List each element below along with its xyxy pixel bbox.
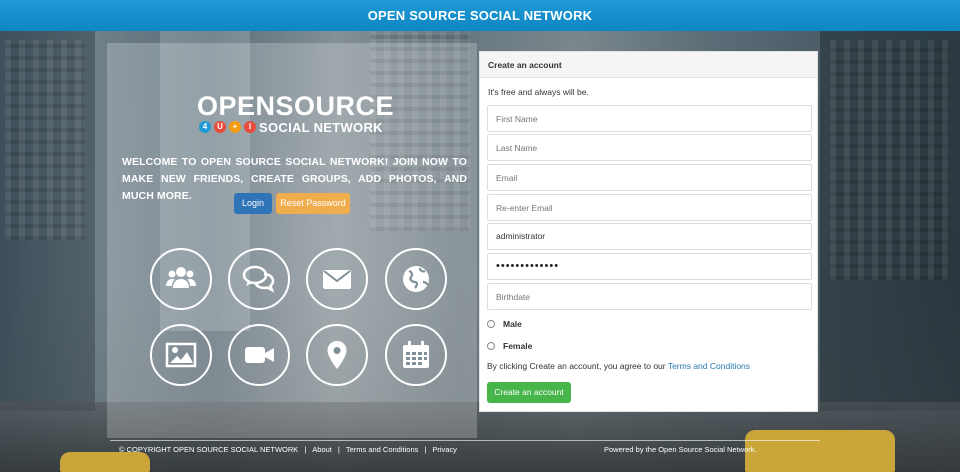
feature-users (150, 248, 212, 310)
calendar-icon (403, 341, 429, 368)
feature-location (306, 324, 368, 386)
terms-link[interactable]: Terms and Conditions (668, 361, 750, 371)
email-input[interactable] (487, 164, 812, 191)
feature-messages (306, 248, 368, 310)
footer-about-link[interactable]: About (312, 445, 332, 454)
feature-videos (228, 324, 290, 386)
users-icon (166, 267, 196, 288)
logo-sub-text: SOCIAL NETWORK (259, 120, 383, 135)
terms-prefix: By clicking Create an account, you agree… (487, 361, 666, 371)
logo-badge: U (214, 121, 226, 133)
logo-main-text: OPENSOURCE (197, 91, 395, 121)
form-title: Create an account (480, 52, 817, 78)
chat-icon (242, 265, 275, 293)
reenter-email-input[interactable] (487, 194, 812, 221)
reset-password-button[interactable]: Reset Password (276, 193, 350, 214)
terms-notice: By clicking Create an account, you agree… (487, 361, 750, 371)
feature-chat (228, 248, 290, 310)
signup-form: Create an account It's free and always w… (479, 51, 818, 412)
logo-badges: 4 U + I (199, 121, 256, 133)
globe-icon (403, 266, 429, 292)
feature-photos (150, 324, 212, 386)
image-icon (165, 342, 197, 368)
birthdate-input[interactable] (487, 283, 812, 310)
video-camera-icon (245, 347, 274, 363)
feature-globe (385, 248, 447, 310)
password-input[interactable]: ••••••••••••• (487, 253, 812, 280)
envelope-icon (323, 270, 351, 289)
copyright-text: © COPYRIGHT OPEN SOURCE SOCIAL NETWORK (119, 445, 299, 454)
login-button[interactable]: Login (234, 193, 272, 214)
footer-privacy-link[interactable]: Privacy (432, 445, 457, 454)
footer-divider (110, 440, 820, 441)
feature-events (385, 324, 447, 386)
footer-links: © COPYRIGHT OPEN SOURCE SOCIAL NETWORK | A… (119, 445, 457, 454)
logo-badge: + (229, 121, 241, 133)
logo-badge: 4 (199, 121, 211, 133)
male-label: Male (503, 319, 522, 329)
form-tagline: It's free and always will be. (488, 87, 589, 97)
top-bar-title: OPEN SOURCE SOCIAL NETWORK (0, 0, 960, 31)
create-account-button[interactable]: Create an account (487, 382, 571, 403)
logo-badge: I (244, 121, 256, 133)
female-label: Female (503, 341, 533, 351)
gender-female-option[interactable]: Female (487, 341, 532, 351)
site-logo: OPENSOURCE 4 U + I SOCIAL NETWORK (197, 91, 395, 136)
username-input[interactable]: administrator (487, 223, 812, 250)
gender-male-option[interactable]: Male (487, 319, 522, 329)
male-radio[interactable] (487, 320, 495, 328)
footer-terms-link[interactable]: Terms and Conditions (346, 445, 419, 454)
powered-by-text: Powered by the Open Source Social Networ… (604, 445, 757, 454)
female-radio[interactable] (487, 342, 495, 350)
last-name-input[interactable] (487, 134, 812, 161)
map-marker-icon (327, 341, 347, 369)
first-name-input[interactable] (487, 105, 812, 132)
